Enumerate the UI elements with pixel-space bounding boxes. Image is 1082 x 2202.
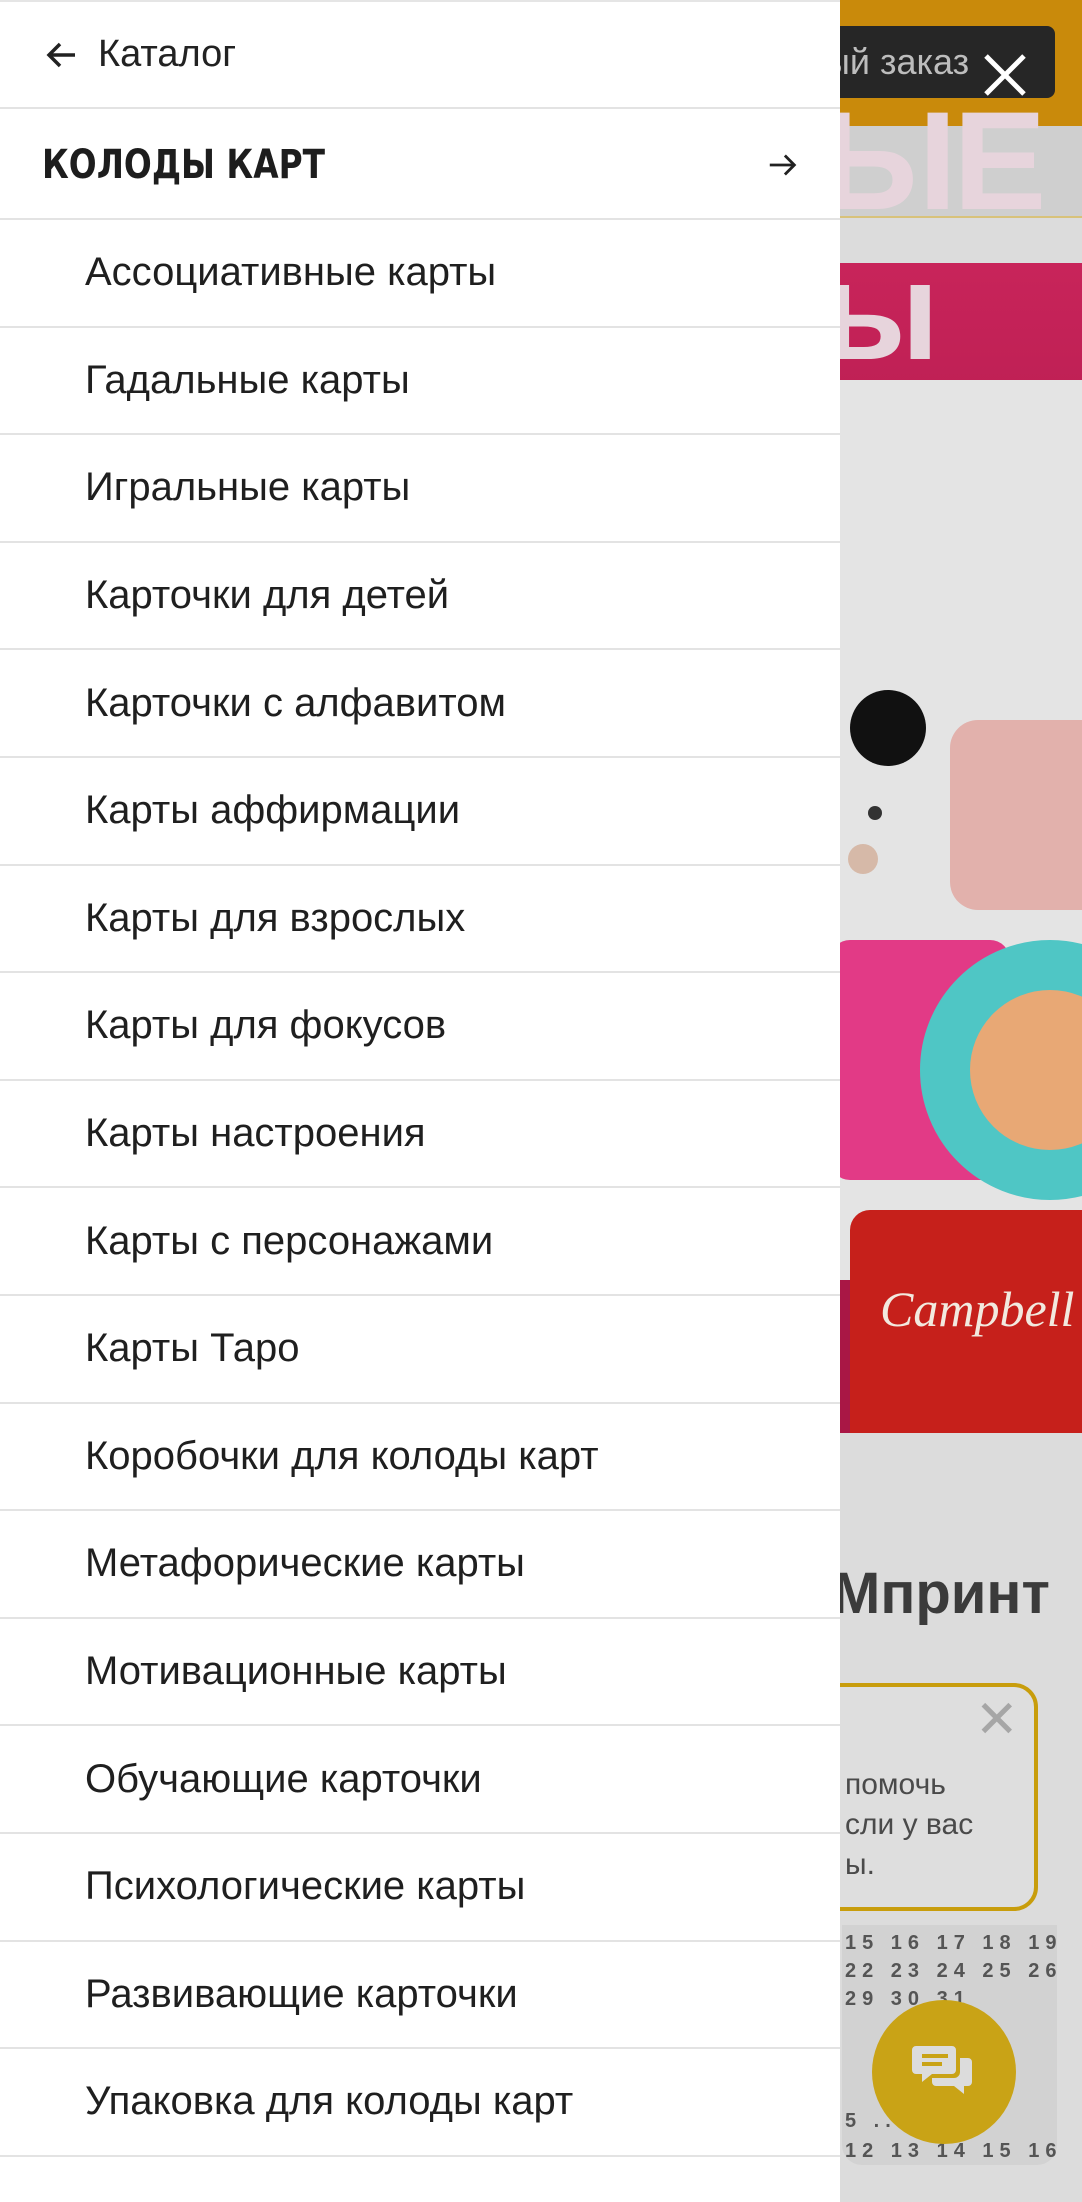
subcategory-item[interactable]: Развивающие карточки [0, 1942, 840, 2050]
subcategory-item[interactable]: Психологические карты [0, 1834, 840, 1942]
category-header[interactable]: КОЛОДЫ КАРТ [0, 112, 840, 220]
subcategory-item[interactable]: Карты для взрослых [0, 866, 840, 974]
subcategory-item[interactable]: Обучающие карточки [0, 1726, 840, 1834]
subcategory-item[interactable]: Упаковка для колоды карт [0, 2049, 840, 2157]
arrow-right-icon [769, 154, 797, 176]
banner-headline: ЫЕ [820, 82, 1046, 239]
category-title: КОЛОДЫ КАРТ [42, 142, 326, 188]
can-brand-text: Campbell [880, 1281, 1075, 1337]
subcategory-item[interactable]: Гадальные карты [0, 328, 840, 436]
subcategory-item[interactable]: Карты аффирмации [0, 758, 840, 866]
subcategory-item[interactable]: Метафорические карты [0, 1511, 840, 1619]
bubble-close-icon[interactable]: ✕ [975, 1690, 1019, 1750]
arrow-left-icon [46, 42, 75, 67]
subcategory-item[interactable]: Карты с персонажами [0, 1188, 840, 1296]
subcategory-item[interactable]: Карточки для детей [0, 543, 840, 651]
subcategory-item[interactable]: Карты для фокусов [0, 973, 840, 1081]
section-heading: Мпринт [832, 1561, 1050, 1626]
subcategory-item[interactable]: Коробочки для колоды карт [0, 1404, 840, 1512]
catalog-drawer: Каталог КОЛОДЫ КАРТ Ассоциативные карты … [0, 0, 840, 2202]
soup-can-sticker [850, 1210, 1082, 1470]
subcategory-item[interactable]: Карты настроения [0, 1081, 840, 1189]
chat-bubbles-icon [912, 2046, 972, 2094]
back-to-catalog[interactable]: Каталог [0, 0, 840, 109]
chat-button[interactable] [872, 2000, 1016, 2144]
back-label: Каталог [98, 33, 237, 75]
chat-prompt-text: помочь сли у вас ы. [845, 1768, 974, 1881]
phone-camera [850, 690, 926, 766]
lips-sticker [950, 720, 1082, 910]
subcategory-item[interactable]: Мотивационные карты [0, 1619, 840, 1727]
subcategory-list: Ассоциативные карты Гадальные карты Игра… [0, 220, 840, 2157]
subcategory-item[interactable]: Карты Таро [0, 1296, 840, 1404]
subcategory-item[interactable]: Ассоциативные карты [0, 220, 840, 328]
subcategory-item[interactable]: Карточки с алфавитом [0, 650, 840, 758]
subcategory-item[interactable]: Игральные карты [0, 435, 840, 543]
